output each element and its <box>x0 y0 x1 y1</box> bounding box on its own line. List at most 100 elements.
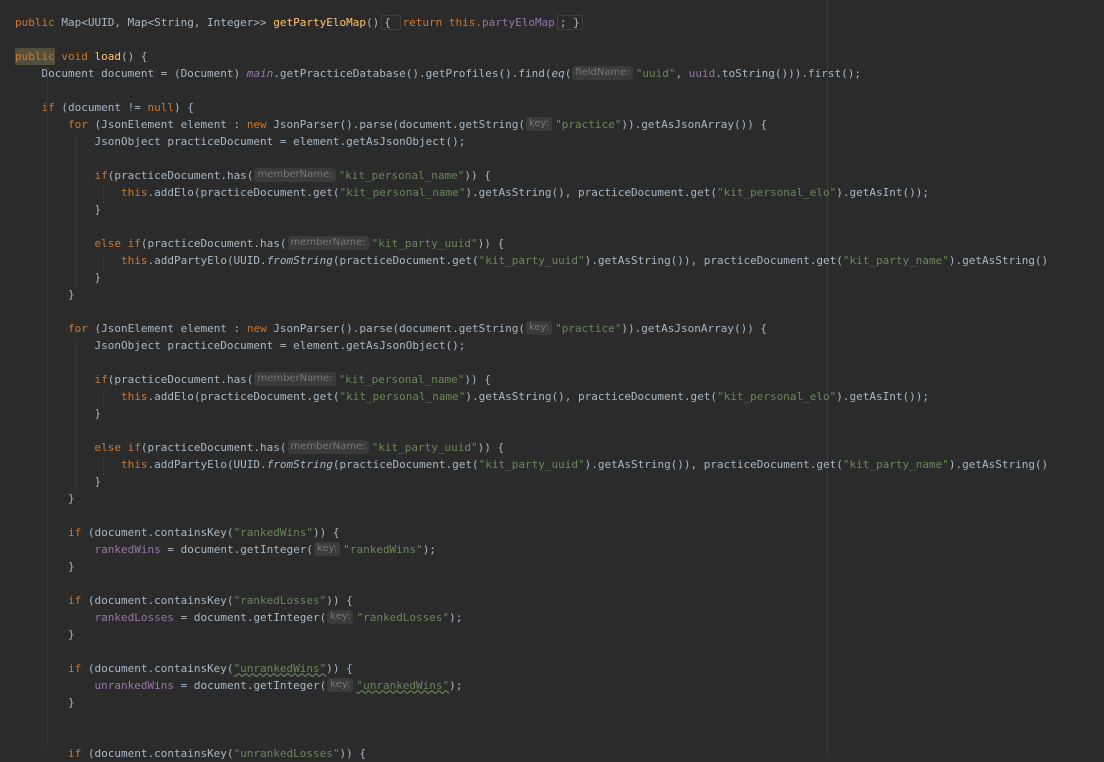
code-token: (document.containsKey( <box>81 661 234 675</box>
code-token: uuid <box>688 66 716 80</box>
code-line[interactable]: } <box>15 286 75 303</box>
code-line[interactable]: } <box>15 558 75 575</box>
code-token: Document document = (Document) <box>15 66 247 80</box>
code-token: return this. <box>402 15 482 29</box>
code-token: (practiceDocument.get( <box>332 253 479 267</box>
code-token: "kit_party_uuid" <box>371 440 478 454</box>
indent-guide <box>103 253 104 271</box>
code-token: Map<UUID, Map<String, Integer>> <box>61 15 274 29</box>
code-line[interactable]: else if (practiceDocument.has(memberName:… <box>15 439 504 456</box>
code-token: , <box>675 66 689 80</box>
code-token: "kit_personal_name" <box>338 168 465 182</box>
code-token: (document != <box>54 100 148 114</box>
code-token: "unrankedLosses" <box>233 746 340 760</box>
code-token: (JsonElement element : <box>87 117 247 131</box>
code-token: } <box>15 491 75 505</box>
code-line[interactable]: } <box>15 694 75 711</box>
code-line[interactable]: } <box>15 473 101 490</box>
code-token: if <box>67 593 82 607</box>
code-token: ) { <box>173 100 194 114</box>
code-line[interactable]: if (document.containsKey("unrankedLosses… <box>15 745 366 762</box>
code-token: } <box>15 695 75 709</box>
code-token: if <box>67 746 82 760</box>
code-token: rankedLosses <box>94 610 174 624</box>
code-line[interactable]: } <box>15 201 101 218</box>
code-token: "rankedWins" <box>343 542 423 556</box>
code-token: "rankedLosses" <box>233 593 327 607</box>
code-token: rankedWins <box>94 542 161 556</box>
code-token: "practice" <box>555 117 622 131</box>
code-token: null <box>147 100 174 114</box>
code-token: JsonObject practiceDocument = element.ge… <box>15 338 466 352</box>
code-token: ); <box>422 542 436 556</box>
code-token: ).getAsString()), practiceDocument.get( <box>584 457 843 471</box>
code-line[interactable]: rankedWins = document.getInteger(key: "ra… <box>15 541 436 558</box>
code-token: getPartyEloMap <box>273 15 366 29</box>
code-token: .addPartyElo(UUID. <box>147 457 267 471</box>
code-token: )) { <box>464 168 491 182</box>
indent-guide <box>47 66 48 747</box>
code-token: (document.containsKey( <box>81 593 234 607</box>
code-token: "kit_personal_name" <box>338 372 465 386</box>
code-line[interactable]: if (document.containsKey("unrankedWins")… <box>15 660 353 677</box>
parameter-hint: fieldName: <box>572 66 633 80</box>
code-line[interactable]: for (JsonElement element : new JsonParse… <box>15 320 767 337</box>
code-line[interactable]: unrankedWins = document.getInteger(key: "… <box>15 677 462 694</box>
code-token: ).getAsString() <box>948 253 1049 267</box>
code-token: (practiceDocument.has( <box>107 168 254 182</box>
code-line[interactable]: public void load() { <box>15 47 148 65</box>
code-token: "rankedLosses" <box>356 610 450 624</box>
code-line[interactable]: this .addElo(practiceDocument.get("kit_pe… <box>15 388 929 405</box>
code-token: public <box>15 15 62 29</box>
code-token: "kit_personal_elo" <box>717 185 837 199</box>
code-token: )) { <box>339 746 367 760</box>
code-token: )) { <box>477 236 505 250</box>
code-line[interactable]: for (JsonElement element : new JsonParse… <box>15 116 767 133</box>
code-line[interactable]: if (document.containsKey("rankedLosses")… <box>15 592 353 609</box>
indent-guide <box>75 338 76 492</box>
code-line[interactable]: this .addPartyElo(UUID. fromString (practic… <box>15 252 1048 269</box>
code-token: )).getAsJsonArray()) { <box>621 117 768 131</box>
code-line[interactable]: public Map<UUID, Map<String, Integer>> g… <box>15 14 585 31</box>
code-token: ).getAsString(), practiceDocument.get( <box>465 185 718 199</box>
code-editor[interactable]: public Map<UUID, Map<String, Integer>> g… <box>0 0 1104 760</box>
code-token: public <box>15 47 55 65</box>
parameter-hint: memberName: <box>287 236 369 250</box>
code-line[interactable]: } <box>15 405 101 422</box>
code-token: this <box>120 185 148 199</box>
code-line[interactable]: if (practiceDocument.has(memberName: "kit_… <box>15 167 491 184</box>
code-line[interactable]: JsonObject practiceDocument = element.ge… <box>15 337 465 354</box>
code-line[interactable]: this .addElo(practiceDocument.get("kit_pe… <box>15 184 929 201</box>
code-line[interactable]: if (practiceDocument.has(memberName: "kit_… <box>15 371 491 388</box>
code-line[interactable]: Document document = (Document) main .getP… <box>15 65 861 82</box>
code-line[interactable]: if (document != null) { <box>15 99 194 116</box>
code-line[interactable]: } <box>15 490 75 507</box>
code-line[interactable]: rankedLosses = document.getInteger(key: "… <box>15 609 462 626</box>
code-line[interactable]: this .addPartyElo(UUID. fromString (practic… <box>15 456 1048 473</box>
code-token: ); <box>449 678 463 692</box>
code-token: eq <box>551 66 565 80</box>
code-token: "kit_personal_elo" <box>717 389 837 403</box>
indent-guide <box>103 185 104 203</box>
code-token: this <box>120 389 148 403</box>
code-token: )).getAsJsonArray()) { <box>621 321 768 335</box>
code-line[interactable]: if (document.containsKey("rankedWins")) … <box>15 524 340 541</box>
code-token: )) { <box>313 525 340 539</box>
code-line[interactable]: JsonObject practiceDocument = element.ge… <box>15 133 465 150</box>
code-token: () { <box>121 49 148 63</box>
code-token: for <box>67 117 88 131</box>
code-line[interactable]: } <box>15 626 75 643</box>
code-line[interactable]: else if (practiceDocument.has(memberName:… <box>15 235 504 252</box>
code-line[interactable]: } <box>15 269 101 286</box>
